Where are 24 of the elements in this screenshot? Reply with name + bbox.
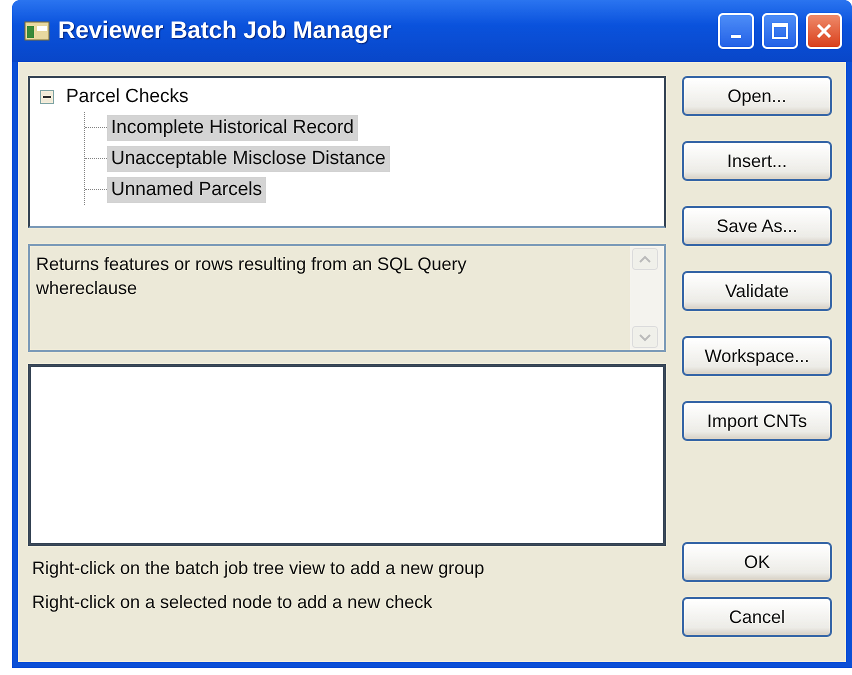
tree-node[interactable]: Unacceptable Misclose Distance [107, 146, 390, 172]
window-title: Reviewer Batch Job Manager [58, 17, 392, 45]
close-icon [815, 22, 833, 40]
dialog-button[interactable]: OK [682, 542, 832, 582]
close-button[interactable] [806, 13, 842, 49]
maximize-button[interactable] [762, 13, 798, 49]
action-button[interactable]: Save As... [682, 206, 832, 246]
action-button[interactable]: Insert... [682, 141, 832, 181]
maximize-icon [771, 22, 789, 40]
tree-node[interactable]: Unnamed Parcels [107, 176, 266, 202]
action-button[interactable]: Workspace... [682, 336, 832, 376]
hint-text: Right-click on the batch job tree view to add a new group [32, 558, 486, 580]
tree-node[interactable]: Parcel Checks [62, 84, 192, 110]
tree-node[interactable]: Incomplete Historical Record [107, 114, 358, 140]
app-icon [24, 20, 50, 42]
action-button[interactable]: Open... [682, 76, 832, 116]
description-text: Returns features or rows resulting from an SQL Query whereclause [36, 253, 468, 300]
hint-text: Right-click on a selected node to add a new check [32, 592, 434, 614]
minimize-icon [731, 34, 741, 38]
action-button[interactable]: Import CNTs [682, 401, 832, 441]
dialog-button[interactable]: Cancel [682, 597, 832, 637]
action-button[interactable]: Validate [682, 271, 832, 311]
minimize-button[interactable] [718, 13, 754, 49]
collapse-icon[interactable] [40, 90, 54, 104]
